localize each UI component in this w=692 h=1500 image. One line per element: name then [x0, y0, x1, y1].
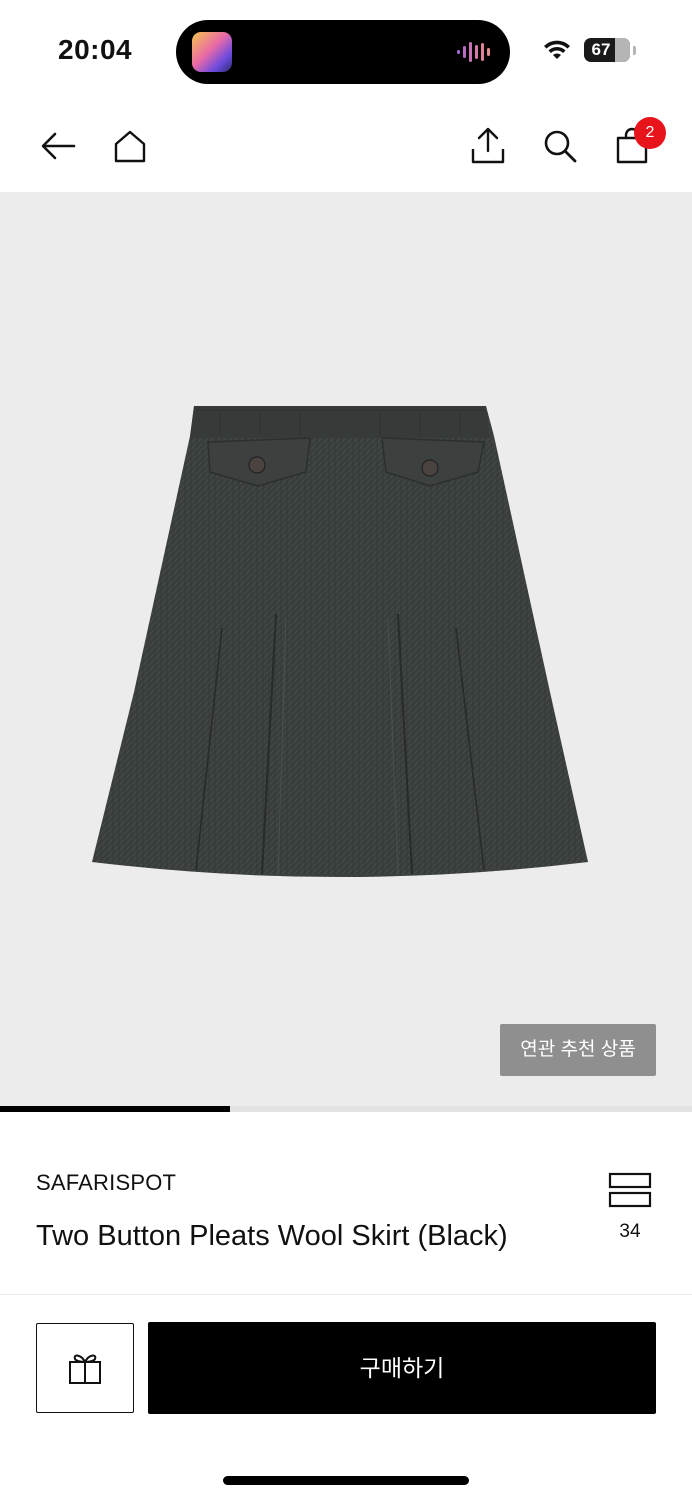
status-right: 67	[542, 36, 636, 64]
product-image	[92, 406, 588, 877]
home-icon	[114, 130, 146, 163]
cart-count-badge: 2	[634, 117, 666, 149]
product-name: Two Button Pleats Wool Skirt (Black)	[36, 1220, 508, 1252]
audio-wave-icon	[457, 42, 490, 62]
search-icon	[544, 130, 577, 163]
search-button[interactable]	[538, 124, 582, 168]
buy-button[interactable]: 구매하기	[148, 1322, 656, 1414]
product-info: SAFARISPOT Two Button Pleats Wool Skirt …	[0, 1112, 692, 1294]
back-arrow-icon	[41, 132, 76, 160]
dynamic-island[interactable]	[176, 20, 510, 84]
related-products-button[interactable]: 연관 추천 상품	[500, 1024, 656, 1076]
brand-name[interactable]: SAFARISPOT	[36, 1170, 176, 1196]
share-icon	[471, 127, 505, 164]
gift-icon	[69, 1354, 101, 1384]
like-count: 34	[619, 1221, 641, 1242]
share-button[interactable]	[466, 124, 510, 168]
app-activity-icon	[192, 32, 232, 72]
divider	[0, 1294, 692, 1295]
product-image-gallery[interactable]: 연관 추천 상품	[0, 192, 692, 1112]
back-button[interactable]	[36, 124, 80, 168]
status-bar: 20:04 67	[0, 0, 692, 100]
wifi-icon	[544, 40, 570, 59]
stack-icon	[608, 1172, 652, 1208]
battery-icon: 67	[584, 38, 630, 62]
battery-cap	[633, 45, 636, 55]
like-button[interactable]: 34	[606, 1172, 654, 1243]
home-button[interactable]	[108, 124, 152, 168]
status-time: 20:04	[58, 34, 133, 65]
gift-button[interactable]	[36, 1323, 134, 1413]
top-nav-bar	[0, 100, 692, 192]
home-indicator[interactable]	[223, 1476, 469, 1485]
battery-percent: 67	[591, 40, 611, 59]
